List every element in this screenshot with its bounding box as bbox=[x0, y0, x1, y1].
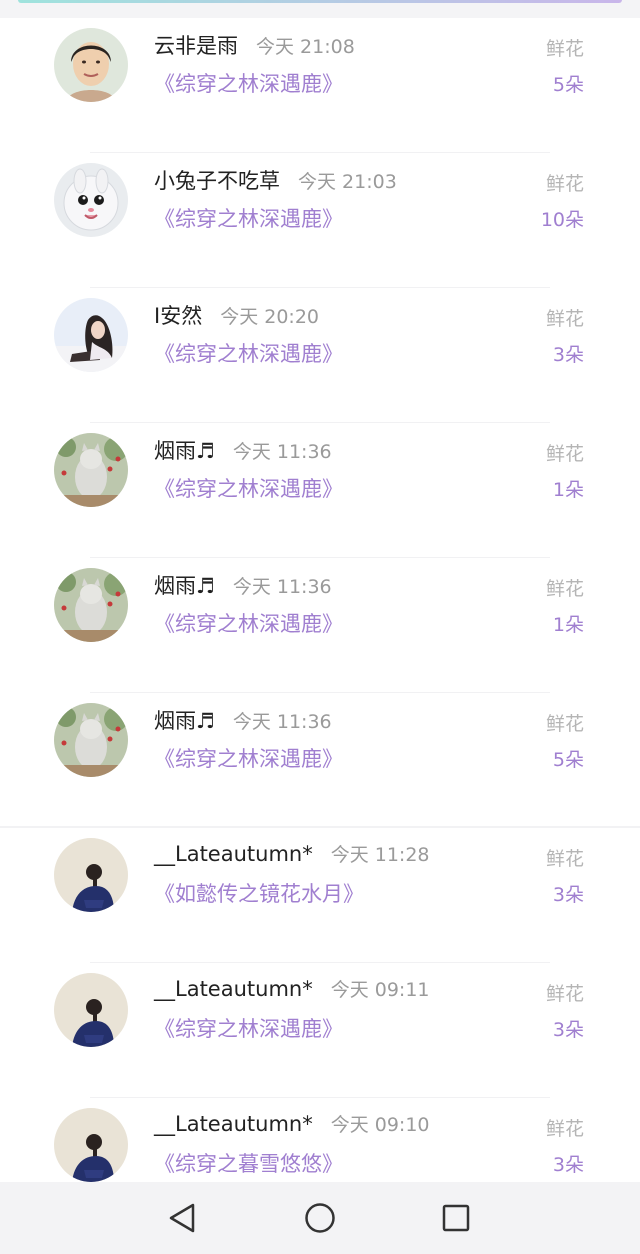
list-item[interactable]: I安然 今天 20:20 《综穿之林深遇鹿》 鲜花 3朵 bbox=[0, 288, 640, 423]
gift-count: 3朵 bbox=[552, 344, 584, 366]
book-title-link[interactable]: 《综穿之林深遇鹿》 bbox=[154, 743, 343, 773]
list-item[interactable]: 烟雨♬ 今天 11:36 《综穿之林深遇鹿》 鲜花 1朵 bbox=[0, 558, 640, 693]
user-name[interactable]: __Lateautumn* bbox=[154, 842, 313, 866]
user-name-line: 小兔子不吃草 今天 21:03 bbox=[154, 165, 397, 195]
system-navigation-bar bbox=[0, 1182, 640, 1254]
user-name[interactable]: I安然 bbox=[154, 304, 202, 328]
avatar[interactable] bbox=[54, 1108, 128, 1182]
gift-time: 今天 11:36 bbox=[232, 576, 332, 598]
list-item[interactable]: 云非是雨 今天 21:08 《综穿之林深遇鹿》 鲜花 5朵 bbox=[0, 18, 640, 153]
book-title-link[interactable]: 《综穿之林深遇鹿》 bbox=[154, 1013, 343, 1043]
user-name-line: __Lateautumn* 今天 09:10 bbox=[154, 1110, 430, 1137]
user-name[interactable]: 小兔子不吃草 bbox=[154, 169, 280, 193]
gift-count: 3朵 bbox=[552, 1154, 584, 1176]
top-header-strip bbox=[0, 0, 640, 18]
gift-type-label: 鲜花 bbox=[545, 308, 584, 330]
gift-time: 今天 11:36 bbox=[232, 441, 332, 463]
book-title-link[interactable]: 《综穿之林深遇鹿》 bbox=[154, 68, 343, 98]
avatar[interactable] bbox=[54, 568, 128, 642]
gift-type-label: 鲜花 bbox=[545, 848, 584, 870]
book-title-link[interactable]: 《综穿之暮雪悠悠》 bbox=[154, 1148, 343, 1178]
user-name-line: 烟雨♬ 今天 11:36 bbox=[154, 435, 332, 465]
gift-count: 3朵 bbox=[552, 884, 584, 906]
gift-count: 3朵 bbox=[552, 1019, 584, 1041]
book-title-link[interactable]: 《如懿传之镜花水月》 bbox=[154, 878, 364, 908]
list-item[interactable]: __Lateautumn* 今天 09:11 《综穿之林深遇鹿》 鲜花 3朵 bbox=[0, 963, 640, 1098]
user-name-line: __Lateautumn* 今天 11:28 bbox=[154, 840, 430, 867]
book-title-link[interactable]: 《综穿之林深遇鹿》 bbox=[154, 473, 343, 503]
gift-time: 今天 20:20 bbox=[220, 306, 319, 328]
user-name[interactable]: 云非是雨 bbox=[154, 34, 238, 58]
gift-type-label: 鲜花 bbox=[545, 1118, 584, 1140]
gift-type-label: 鲜花 bbox=[545, 983, 584, 1005]
book-title-link[interactable]: 《综穿之林深遇鹿》 bbox=[154, 203, 343, 233]
user-name-line: 云非是雨 今天 21:08 bbox=[154, 30, 355, 60]
avatar[interactable] bbox=[54, 163, 128, 237]
list-item[interactable]: 小兔子不吃草 今天 21:03 《综穿之林深遇鹿》 鲜花 10朵 bbox=[0, 153, 640, 288]
gift-count: 5朵 bbox=[552, 74, 584, 96]
gift-time: 今天 09:10 bbox=[330, 1114, 430, 1136]
user-name-line: 烟雨♬ 今天 11:36 bbox=[154, 705, 332, 735]
gift-type-label: 鲜花 bbox=[545, 173, 584, 195]
list-item[interactable]: __Lateautumn* 今天 11:28 《如懿传之镜花水月》 鲜花 3朵 bbox=[0, 828, 640, 963]
gift-count: 5朵 bbox=[552, 749, 584, 771]
gift-type-label: 鲜花 bbox=[545, 38, 584, 60]
list-item[interactable]: 烟雨♬ 今天 11:36 《综穿之林深遇鹿》 鲜花 5朵 bbox=[0, 693, 640, 828]
book-title-link[interactable]: 《综穿之林深遇鹿》 bbox=[154, 338, 343, 368]
gift-type-label: 鲜花 bbox=[545, 713, 584, 735]
book-title-link[interactable]: 《综穿之林深遇鹿》 bbox=[154, 608, 343, 638]
gift-count: 10朵 bbox=[540, 209, 584, 231]
avatar[interactable] bbox=[54, 703, 128, 777]
avatar[interactable] bbox=[54, 973, 128, 1047]
avatar[interactable] bbox=[54, 298, 128, 372]
gift-record-list: 云非是雨 今天 21:08 《综穿之林深遇鹿》 鲜花 5朵 小兔子不吃草 今天 21… bbox=[0, 18, 640, 1233]
user-name[interactable]: __Lateautumn* bbox=[154, 1112, 313, 1136]
user-name-line: 烟雨♬ 今天 11:36 bbox=[154, 570, 332, 600]
gift-type-label: 鲜花 bbox=[545, 443, 584, 465]
user-name[interactable]: 烟雨♬ bbox=[154, 709, 215, 733]
list-item[interactable]: 烟雨♬ 今天 11:36 《综穿之林深遇鹿》 鲜花 1朵 bbox=[0, 423, 640, 558]
back-triangle-icon[interactable] bbox=[163, 1198, 203, 1238]
gift-count: 1朵 bbox=[552, 614, 584, 636]
user-name[interactable]: __Lateautumn* bbox=[154, 977, 313, 1001]
gift-count: 1朵 bbox=[552, 479, 584, 501]
recents-square-icon[interactable] bbox=[436, 1198, 476, 1238]
gift-time: 今天 21:08 bbox=[256, 36, 355, 58]
user-name-line: I安然 今天 20:20 bbox=[154, 300, 319, 330]
user-name[interactable]: 烟雨♬ bbox=[154, 439, 215, 463]
user-name[interactable]: 烟雨♬ bbox=[154, 574, 215, 598]
home-circle-icon[interactable] bbox=[300, 1198, 340, 1238]
gift-time: 今天 09:11 bbox=[330, 979, 430, 1001]
header-accent-line bbox=[18, 0, 622, 3]
avatar[interactable] bbox=[54, 433, 128, 507]
gift-time: 今天 11:36 bbox=[232, 711, 332, 733]
gift-time: 今天 11:28 bbox=[330, 844, 430, 866]
avatar[interactable] bbox=[54, 28, 128, 102]
gift-time: 今天 21:03 bbox=[298, 171, 397, 193]
user-name-line: __Lateautumn* 今天 09:11 bbox=[154, 975, 430, 1002]
avatar[interactable] bbox=[54, 838, 128, 912]
gift-type-label: 鲜花 bbox=[545, 578, 584, 600]
